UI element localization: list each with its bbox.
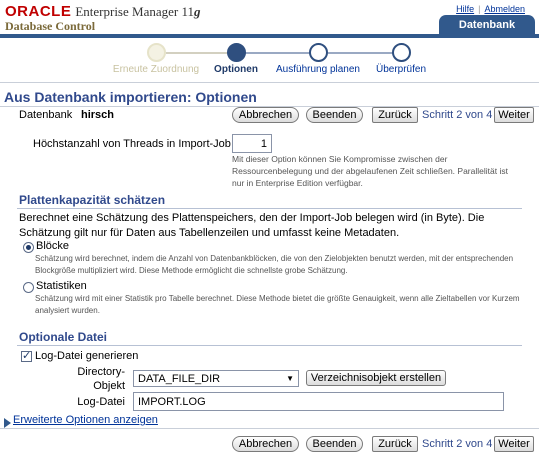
logout-link[interactable]: Abmelden — [484, 4, 525, 14]
tab-database[interactable]: Datenbank — [439, 15, 535, 34]
threads-label: Höchstanzahl von Threads in Import-Job — [33, 138, 231, 150]
cancel-button[interactable]: Abbrechen — [232, 107, 299, 123]
train-stop-remap[interactable] — [147, 43, 166, 62]
finish-button[interactable]: Beenden — [306, 107, 363, 123]
finish-button-bottom[interactable]: Beenden — [306, 436, 363, 452]
step-indicator: Schritt 2 von 4 — [422, 109, 493, 121]
step-indicator-bottom: Schritt 2 von 4 — [422, 438, 493, 450]
threads-hint: Mit dieser Option können Sie Kompromisse… — [232, 154, 508, 188]
directory-object-label: Directory- Objekt — [77, 366, 125, 392]
radio-statistics[interactable] — [23, 282, 34, 293]
blocks-hint: Schätzung wird berechnet, indem die Anza… — [35, 254, 514, 275]
log-file-input[interactable]: IMPORT.LOG — [133, 392, 504, 411]
generate-log-label[interactable]: Log-Datei generieren — [35, 350, 138, 362]
train-stop-schedule[interactable] — [309, 43, 328, 62]
app-header: ORACLE Enterprise Manager 11g Database C… — [0, 0, 539, 34]
log-file-label: Log-Datei — [77, 396, 125, 408]
product-subtitle: Database Control — [5, 19, 96, 33]
train-label-review[interactable]: Überprüfen — [376, 64, 426, 75]
statistics-hint: Schätzung wird mit einer Statistik pro T… — [35, 294, 520, 315]
train-label-remap[interactable]: Erneute Zuordnung — [113, 64, 199, 75]
logfile-heading: Optionale Datei — [19, 330, 108, 344]
divider — [0, 428, 539, 429]
global-links: Hilfe | Abmelden — [456, 4, 525, 14]
radio-statistics-label[interactable]: Statistiken — [36, 280, 87, 292]
train-stop-options — [227, 43, 246, 62]
train-label-options: Optionen — [214, 64, 258, 75]
back-button[interactable]: Zurück — [372, 107, 418, 123]
radio-blocks[interactable] — [23, 242, 34, 253]
database-label: Datenbank — [19, 109, 73, 121]
directory-object-select[interactable]: DATA_FILE_DIR ▼ — [133, 370, 299, 387]
divider — [0, 82, 539, 83]
back-button-bottom[interactable]: Zurück — [372, 436, 418, 452]
database-value: hirsch — [81, 109, 115, 121]
chevron-down-icon: ▼ — [286, 374, 294, 383]
next-button[interactable]: Weiter — [494, 107, 534, 123]
header-bar — [0, 34, 539, 38]
section-divider — [17, 345, 522, 346]
process-train: Erneute Zuordnung Optionen Ausführung pl… — [0, 40, 539, 76]
advanced-options-disclosure[interactable]: Erweiterte Optionen anzeigen — [4, 412, 158, 428]
estimate-heading: Plattenkapazität schätzen — [19, 193, 166, 207]
threads-input[interactable]: 1 — [232, 134, 272, 153]
cancel-button-bottom[interactable]: Abbrechen — [232, 436, 299, 452]
radio-blocks-label[interactable]: Blöcke — [36, 240, 69, 252]
advanced-options-link[interactable]: Erweiterte Optionen anzeigen — [13, 414, 158, 426]
create-directory-object-button[interactable]: Verzeichnisobjekt erstellen — [306, 370, 446, 386]
generate-log-checkbox[interactable] — [21, 349, 32, 362]
train-connector — [166, 52, 228, 54]
help-link[interactable]: Hilfe — [456, 4, 474, 14]
disclosure-triangle-icon — [4, 418, 11, 428]
page-title: Aus Datenbank importieren: Optionen — [4, 89, 257, 105]
estimate-description: Berechnet eine Schätzung des Plattenspei… — [19, 212, 485, 239]
product-name: Enterprise Manager 11g — [75, 4, 201, 19]
train-stop-review[interactable] — [392, 43, 411, 62]
train-connector — [245, 52, 310, 54]
train-label-schedule[interactable]: Ausführung planen — [276, 64, 360, 75]
oracle-logo: ORACLE Enterprise Manager 11g — [5, 3, 200, 20]
train-connector — [328, 52, 394, 54]
section-divider — [17, 208, 522, 209]
next-button-bottom[interactable]: Weiter — [494, 436, 534, 452]
oracle-wordmark: ORACLE — [5, 3, 72, 20]
